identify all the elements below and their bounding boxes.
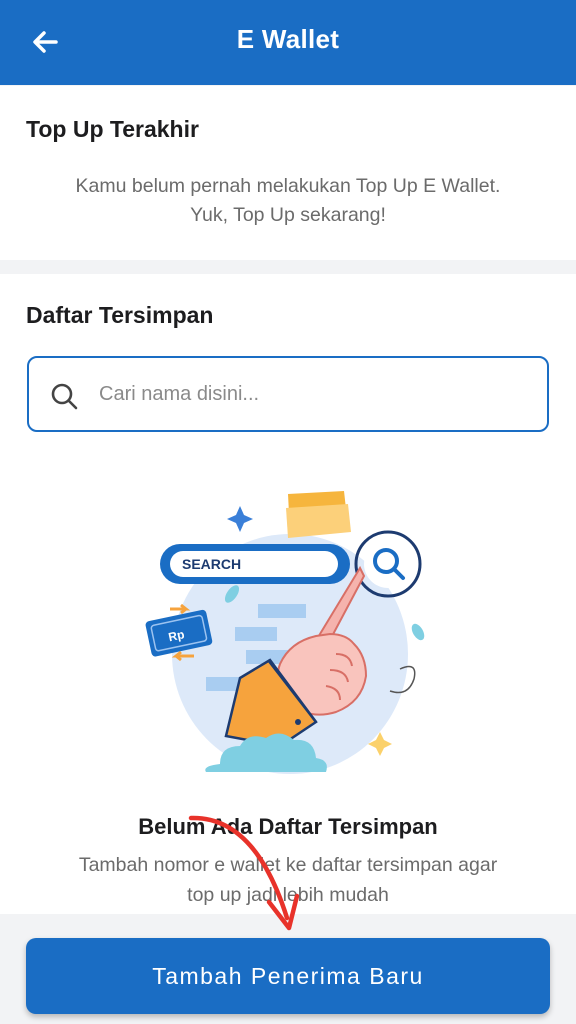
empty-state-description-line2: top up jadi lebih mudah: [187, 884, 389, 906]
search-input[interactable]: [99, 374, 519, 414]
recent-topup-card: Top Up Terakhir Kamu belum pernah melaku…: [0, 86, 576, 260]
recent-topup-message-line2: Yuk, Top Up sekarang!: [190, 204, 386, 226]
recent-topup-message: Kamu belum pernah melakukan Top Up E Wal…: [20, 172, 556, 230]
search-box[interactable]: [27, 356, 549, 432]
app-header: E Wallet: [0, 0, 576, 85]
page-title: E Wallet: [236, 24, 340, 54]
saved-list-title: Daftar Tersimpan: [26, 302, 214, 328]
recent-topup-title: Top Up Terakhir: [26, 116, 199, 142]
empty-state-illustration: SEARCH Rp: [145, 491, 425, 774]
empty-state-description: Tambah nomor e wallet ke daftar tersimpa…: [20, 850, 556, 910]
saved-list-card: Daftar Tersimpan SEARCH Rp: [0, 274, 576, 914]
empty-state-description-line1: Tambah nomor e wallet ke daftar tersimpa…: [78, 854, 498, 876]
recent-topup-message-line1: Kamu belum pernah melakukan Top Up E Wal…: [75, 175, 501, 197]
search-icon: [51, 383, 78, 410]
add-new-recipient-button[interactable]: Tambah Penerima Baru: [26, 938, 550, 1014]
illustration-search-label: SEARCH: [182, 556, 241, 572]
empty-state-title: Belum Ada Daftar Tersimpan: [138, 814, 438, 839]
